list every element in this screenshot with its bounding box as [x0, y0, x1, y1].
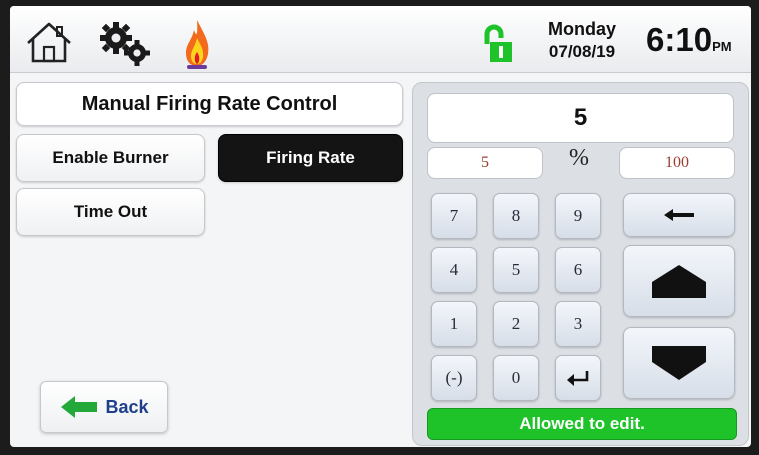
top-bar: Monday 07/08/19 6:10PM — [10, 6, 751, 73]
backspace-arrow-icon — [664, 209, 694, 221]
back-label: Back — [105, 396, 149, 417]
back-button[interactable]: Back — [40, 381, 168, 433]
key-9[interactable]: 9 — [555, 193, 601, 239]
home-icon[interactable] — [24, 19, 74, 65]
clock: 6:10PM — [646, 22, 732, 65]
decrease-triangle-icon — [652, 346, 706, 380]
page-title: Manual Firing Rate Control — [16, 82, 403, 126]
firing-rate-button[interactable]: Firing Rate — [218, 134, 403, 182]
key-5[interactable]: 5 — [493, 247, 539, 293]
back-arrow-icon — [61, 396, 98, 418]
edit-status-banner: Allowed to edit. — [427, 408, 737, 440]
key-8[interactable]: 8 — [493, 193, 539, 239]
key-3[interactable]: 3 — [555, 301, 601, 347]
key-4[interactable]: 4 — [431, 247, 477, 293]
hmi-screen: Monday 07/08/19 6:10PM Manual Firing Rat… — [10, 6, 751, 447]
increase-key[interactable] — [623, 245, 735, 317]
settings-gears-icon[interactable] — [96, 20, 154, 68]
key-6[interactable]: 6 — [555, 247, 601, 293]
unlocked-padlock-icon — [484, 24, 512, 62]
flame-icon — [186, 20, 209, 69]
increase-triangle-icon — [652, 265, 706, 298]
key-0[interactable]: 0 — [493, 355, 539, 401]
backspace-key[interactable] — [623, 193, 735, 237]
day-label: Monday — [547, 19, 616, 39]
min-value-field: 5 — [427, 147, 543, 179]
decrease-key[interactable] — [623, 327, 735, 399]
enter-arrow-icon — [567, 371, 589, 386]
key-2[interactable]: 2 — [493, 301, 539, 347]
time-value: 6:10 — [646, 21, 713, 58]
am-pm-label: PM — [712, 39, 732, 54]
time-out-button[interactable]: Time Out — [16, 188, 205, 236]
numeric-keypad-panel: 5 5 % 100 7 8 9 4 5 6 1 2 3 (-) 0 Allowe… — [412, 82, 749, 446]
key-7[interactable]: 7 — [431, 193, 477, 239]
enable-burner-button[interactable]: Enable Burner — [16, 134, 205, 182]
enter-key[interactable] — [555, 355, 601, 401]
max-value-field: 100 — [619, 147, 735, 179]
value-display: 5 — [427, 93, 734, 143]
key-1[interactable]: 1 — [431, 301, 477, 347]
unit-label: % — [569, 145, 589, 171]
key-negative[interactable]: (-) — [431, 355, 477, 401]
date-label: 07/08/19 — [548, 42, 616, 61]
